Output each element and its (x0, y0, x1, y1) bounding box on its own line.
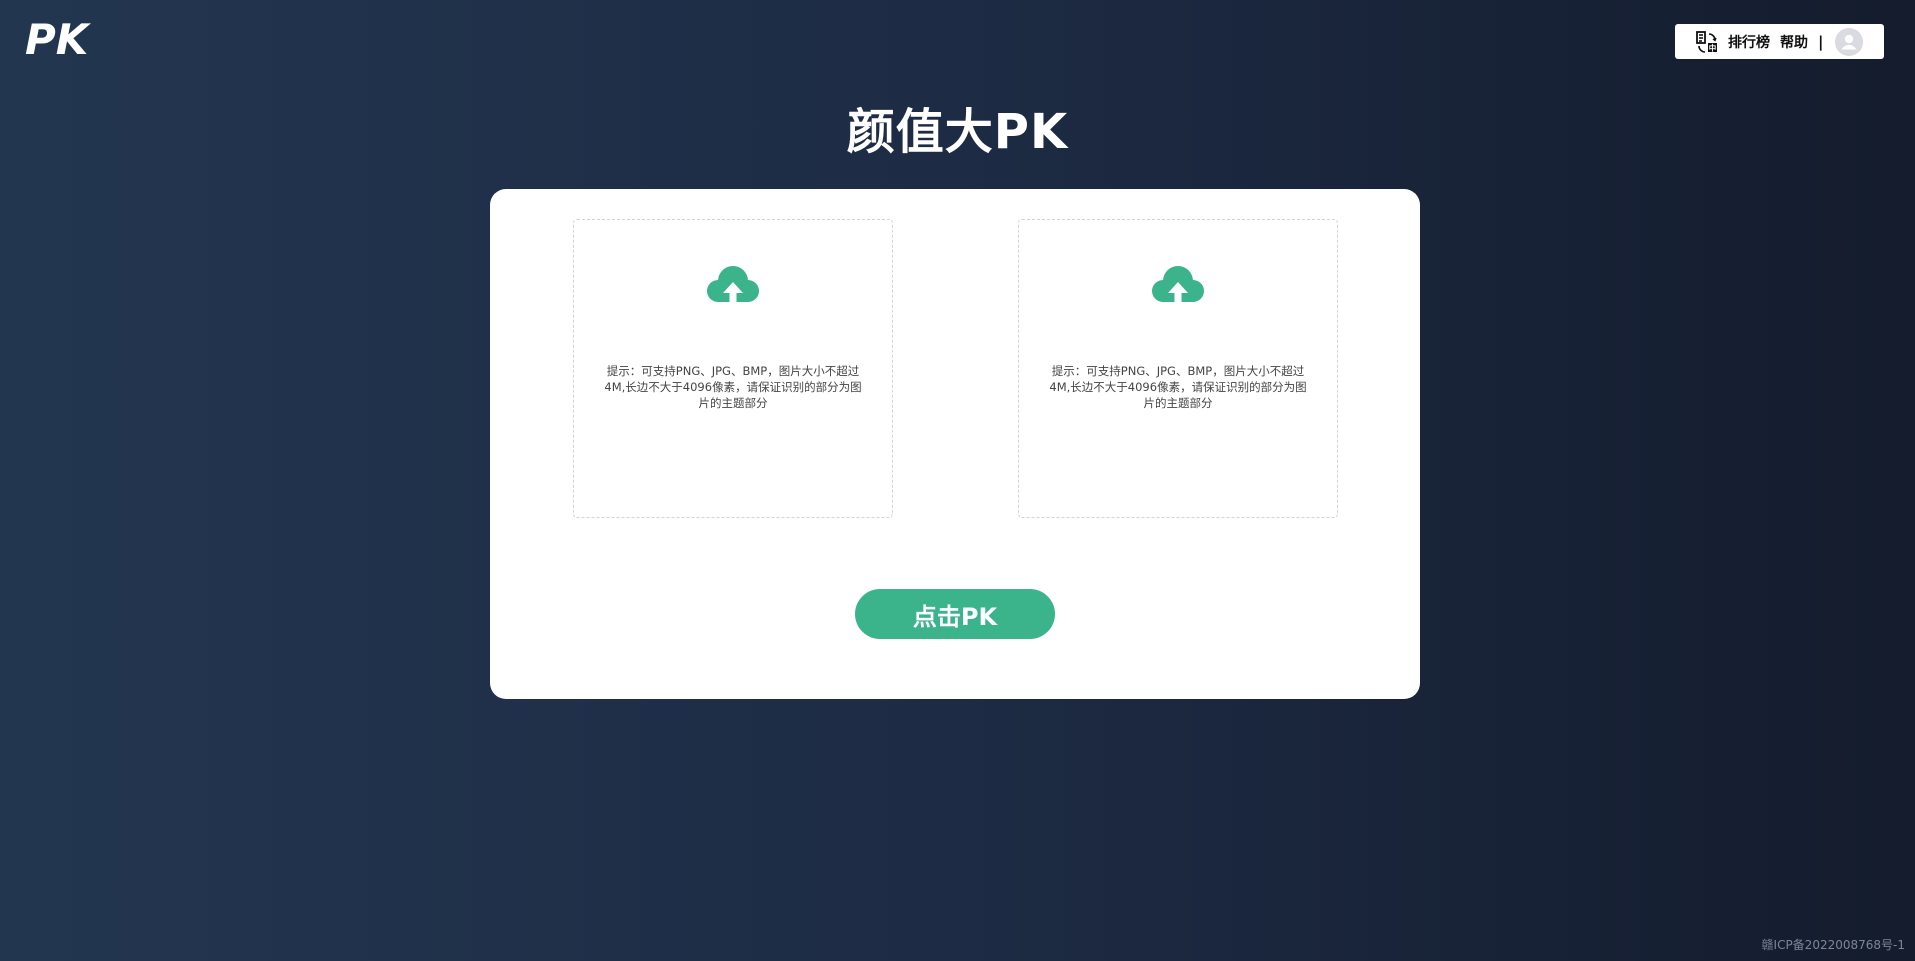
pk-button[interactable]: 点击PK (855, 589, 1055, 639)
upload-area-right[interactable]: 提示：可支持PNG、JPG、BMP，图片大小不超过4M,长边不大于4096像素，… (1018, 219, 1338, 518)
upload-hint: 提示：可支持PNG、JPG、BMP，图片大小不超过4M,长边不大于4096像素，… (1049, 364, 1307, 410)
top-nav-bar: 中 排行榜 帮助 | (1675, 24, 1884, 59)
page-title: 颜值大PK (846, 104, 1069, 160)
logo-text: PK (25, 18, 92, 60)
pk-logo-graphic: PK (25, 15, 92, 64)
cloud-upload-icon (707, 266, 759, 302)
svg-text:中: 中 (1709, 42, 1717, 52)
icp-record[interactable]: 赣ICP备2022008768号-1 (1762, 936, 1905, 953)
upload-hint: 提示：可支持PNG、JPG、BMP，图片大小不超过4M,长边不大于4096像素，… (604, 364, 862, 410)
pk-logo[interactable]: PK (25, 15, 105, 64)
translate-icon[interactable]: 中 (1695, 30, 1719, 54)
cloud-upload-icon (1152, 266, 1204, 302)
ranking-link[interactable]: 排行榜 (1728, 32, 1770, 52)
pk-card: 提示：可支持PNG、JPG、BMP，图片大小不超过4M,长边不大于4096像素，… (490, 189, 1420, 699)
nav-separator: | (1818, 32, 1824, 51)
help-link[interactable]: 帮助 (1780, 32, 1808, 52)
upload-area-left[interactable]: 提示：可支持PNG、JPG、BMP，图片大小不超过4M,长边不大于4096像素，… (573, 219, 893, 518)
user-avatar-icon[interactable] (1835, 27, 1864, 56)
